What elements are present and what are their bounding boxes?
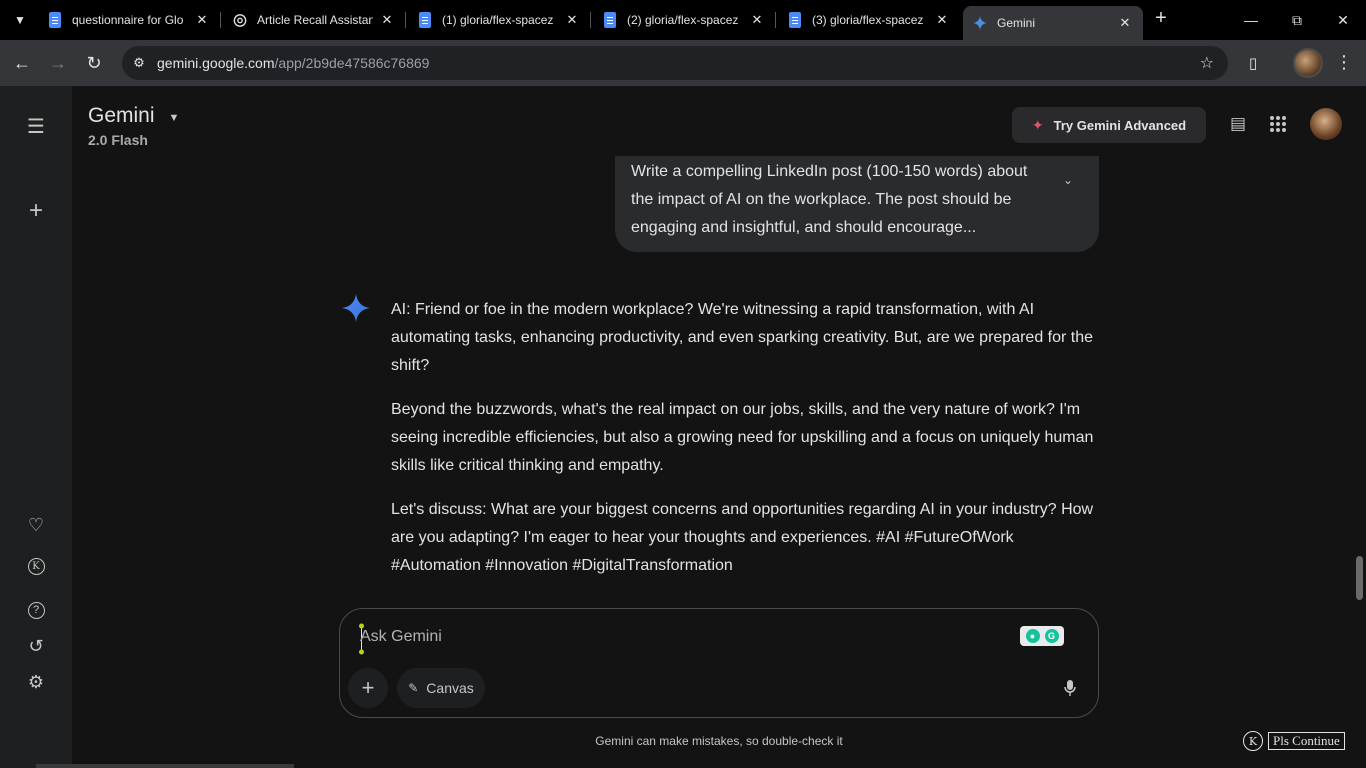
tab-gemini[interactable]: Gemini ✕	[963, 6, 1143, 40]
response-paragraph: AI: Friend or foe in the modern workplac…	[391, 301, 1094, 374]
sidebar: ☰ + ♡ K ? ↺ ⚙	[0, 86, 72, 768]
tab-divider	[220, 12, 221, 28]
docs-icon	[418, 12, 432, 28]
back-arrow-icon[interactable]: ←	[8, 49, 36, 77]
browser-toolbar: ← → ↻ ⚙ gemini.google.com/app/2b9de47586…	[0, 40, 1366, 86]
forward-arrow-icon[interactable]: →	[44, 49, 72, 77]
try-advanced-button[interactable]: ✦ Try Gemini Advanced	[1012, 107, 1206, 143]
tab-flex-spacez-2[interactable]: (2) gloria/flex-spacez ✕	[593, 6, 775, 34]
tab-strip: ▼ questionnaire for Glo ✕ Article Recall…	[0, 0, 1366, 40]
close-icon[interactable]: ✕	[564, 12, 580, 28]
grammarly-g-icon: G	[1044, 629, 1059, 643]
address-bar[interactable]: ⚙ gemini.google.com/app/2b9de47586c76869…	[122, 46, 1228, 80]
close-icon[interactable]: ✕	[749, 12, 765, 28]
docs-icon	[788, 12, 802, 28]
tab-flex-spacez-1[interactable]: (1) gloria/flex-spacez ✕	[408, 6, 590, 34]
user-prompt-bubble: Write a compelling LinkedIn post (100-15…	[615, 156, 1099, 252]
tab-divider	[590, 12, 591, 28]
response-paragraph: Beyond the buzzwords, what's the real im…	[391, 401, 1094, 474]
menu-hamburger-icon[interactable]: ☰	[22, 112, 50, 140]
restore-icon[interactable]: ⧉	[1274, 6, 1320, 34]
scrollbar[interactable]	[1356, 556, 1363, 600]
close-icon[interactable]: ✕	[1117, 15, 1133, 31]
pls-continue-widget: K Pls Continue	[1243, 731, 1345, 751]
more-menu-icon[interactable]: ⋮	[1335, 52, 1353, 74]
pls-continue-button[interactable]: Pls Continue	[1268, 732, 1345, 750]
spark-icon: ✦	[1031, 116, 1044, 133]
add-attachment-button[interactable]: +	[348, 668, 388, 708]
model-version: 2.0 Flash	[88, 132, 148, 148]
new-tab-icon[interactable]: +	[1150, 8, 1172, 30]
grammarly-bulb-icon: ●	[1025, 629, 1040, 643]
gemini-icon	[973, 15, 987, 31]
close-icon[interactable]: ✕	[194, 12, 210, 28]
profile-avatar[interactable]	[1293, 48, 1323, 78]
account-avatar[interactable]	[1310, 108, 1342, 140]
canvas-pencil-icon: ✎	[408, 681, 419, 695]
minimize-icon[interactable]: —	[1228, 6, 1274, 34]
settings-gear-icon[interactable]: ⚙	[22, 668, 50, 696]
tab-flex-spacez-3[interactable]: (3) gloria/flex-spacez ✕	[778, 6, 960, 34]
site-info-icon[interactable]: ⚙	[124, 48, 154, 78]
tab-questionnaire[interactable]: questionnaire for Glo ✕	[38, 6, 220, 34]
apps-grid-icon[interactable]	[1266, 112, 1290, 136]
disclaimer-text: Gemini can make mistakes, so double-chec…	[595, 734, 843, 748]
model-switcher[interactable]: Gemini ▼	[88, 104, 179, 128]
gem-manager-icon[interactable]: ♡	[22, 511, 50, 539]
reload-icon[interactable]: ↻	[80, 49, 108, 77]
canvas-button[interactable]: ✎ Canvas	[397, 668, 485, 708]
url-text[interactable]: gemini.google.com/app/2b9de47586c76869	[157, 55, 429, 71]
tab-divider	[405, 12, 406, 28]
tab-article-recall[interactable]: Article Recall Assistan ✕	[223, 6, 405, 34]
prompt-input-box[interactable]: Ask Gemini ● G + ✎ Canvas	[339, 608, 1099, 718]
response-paragraph: Let's discuss: What are your biggest con…	[391, 501, 1094, 574]
close-icon[interactable]: ✕	[379, 12, 395, 28]
activity-history-icon[interactable]: ↺	[22, 632, 50, 660]
microphone-icon[interactable]	[1060, 677, 1080, 699]
grammarly-icon[interactable]: ● G	[1020, 626, 1064, 646]
archive-icon[interactable]: ▤	[1226, 112, 1250, 136]
dropdown-caret-icon: ▼	[168, 111, 180, 124]
model-response: AI: Friend or foe in the modern workplac…	[391, 296, 1103, 596]
window-close-icon[interactable]: ✕	[1320, 6, 1366, 34]
openai-icon	[233, 12, 247, 28]
bottom-scroll-track	[36, 764, 294, 768]
gemini-spark-icon	[342, 294, 370, 322]
k-extension-icon[interactable]: K	[22, 552, 50, 580]
extensions-puzzle-icon[interactable]: ▯	[1242, 52, 1264, 74]
help-icon[interactable]: ?	[22, 596, 50, 624]
tab-search-chevron-icon[interactable]: ▼	[8, 8, 32, 32]
k-badge-icon[interactable]: K	[1243, 731, 1263, 751]
expand-chevron-icon[interactable]: ⌄	[1063, 166, 1073, 194]
tab-divider	[775, 12, 776, 28]
gemini-app: ☰ + ♡ K ? ↺ ⚙ Gemini ▼ 2.0 Flash ✦ Try G…	[0, 86, 1366, 768]
docs-icon	[603, 12, 617, 28]
ask-gemini-input[interactable]: Ask Gemini	[360, 628, 442, 646]
close-icon[interactable]: ✕	[934, 12, 950, 28]
docs-icon	[48, 12, 62, 28]
bookmark-star-icon[interactable]: ☆	[1200, 53, 1214, 73]
new-chat-plus-icon[interactable]: +	[22, 197, 50, 225]
